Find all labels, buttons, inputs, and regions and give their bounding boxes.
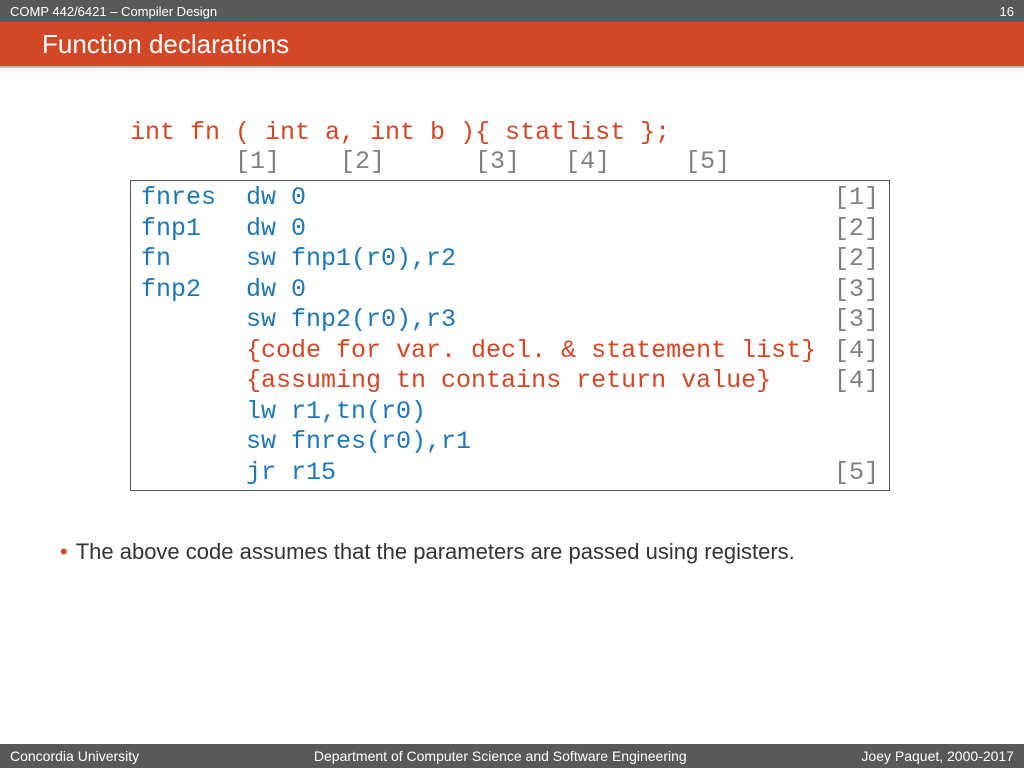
code-marker: [4]: [834, 366, 879, 397]
code-row: sw fnres(r0),r1: [141, 427, 879, 458]
code-row: {code for var. decl. & statement list} [4…: [141, 336, 879, 367]
code-row: fn sw fnp1(r0),r2 [2]: [141, 244, 879, 275]
slide-body: int fn ( int a, int b ){ statlist }; [1]…: [0, 68, 1024, 565]
slide-header: COMP 442/6421 – Compiler Design 16: [0, 0, 1024, 22]
code-marker: [2]: [834, 244, 879, 275]
code-block: int fn ( int a, int b ){ statlist }; [1]…: [130, 118, 964, 491]
footer-left: Concordia University: [10, 748, 139, 764]
code-text: fnp2 dw 0: [141, 275, 306, 306]
course-label: COMP 442/6421 – Compiler Design: [10, 4, 217, 19]
code-row: jr r15 [5]: [141, 458, 879, 489]
code-row: sw fnp2(r0),r3 [3]: [141, 305, 879, 336]
code-text: fn sw fnp1(r0),r2: [141, 244, 456, 275]
slide-footer: Concordia University Department of Compu…: [0, 744, 1024, 768]
code-text: jr r15: [141, 458, 336, 489]
code-text: fnres dw 0: [141, 183, 306, 214]
code-marker: [1]: [834, 183, 879, 214]
code-row: {assuming tn contains return value} [4]: [141, 366, 879, 397]
note-text: The above code assumes that the paramete…: [76, 539, 795, 564]
footer-right: Joey Paquet, 2000-2017: [861, 748, 1014, 764]
code-text: {assuming tn contains return value}: [141, 366, 771, 397]
note-bullet: • The above code assumes that the paramet…: [60, 539, 964, 565]
code-text: sw fnp2(r0),r3: [141, 305, 456, 336]
footer-center: Department of Computer Science and Softw…: [314, 748, 687, 764]
code-text: {code for var. decl. & statement list}: [141, 336, 816, 367]
code-marker: [4]: [834, 336, 879, 367]
code-text: fnp1 dw 0: [141, 214, 306, 245]
code-text: lw r1,tn(r0): [141, 397, 426, 428]
slide-title: Function declarations: [42, 29, 289, 60]
code-text: sw fnres(r0),r1: [141, 427, 471, 458]
page-number: 16: [1000, 4, 1014, 19]
assembly-code-box: fnres dw 0[1]fnp1 dw 0[2]fn sw fnp1(r0),…: [130, 180, 890, 491]
code-marker: [5]: [834, 458, 879, 489]
code-row: fnres dw 0 [1]: [141, 183, 879, 214]
code-marker: [3]: [834, 275, 879, 306]
bullet-icon: •: [60, 539, 68, 564]
slide-title-banner: Function declarations: [0, 22, 1024, 68]
code-row: fnp1 dw 0 [2]: [141, 214, 879, 245]
code-row: fnp2 dw 0 [3]: [141, 275, 879, 306]
position-markers: [1] [2] [3] [4] [5]: [130, 147, 964, 176]
code-marker: [3]: [834, 305, 879, 336]
code-marker: [2]: [834, 214, 879, 245]
code-row: lw r1,tn(r0): [141, 397, 879, 428]
function-declaration: int fn ( int a, int b ){ statlist };: [130, 118, 964, 147]
